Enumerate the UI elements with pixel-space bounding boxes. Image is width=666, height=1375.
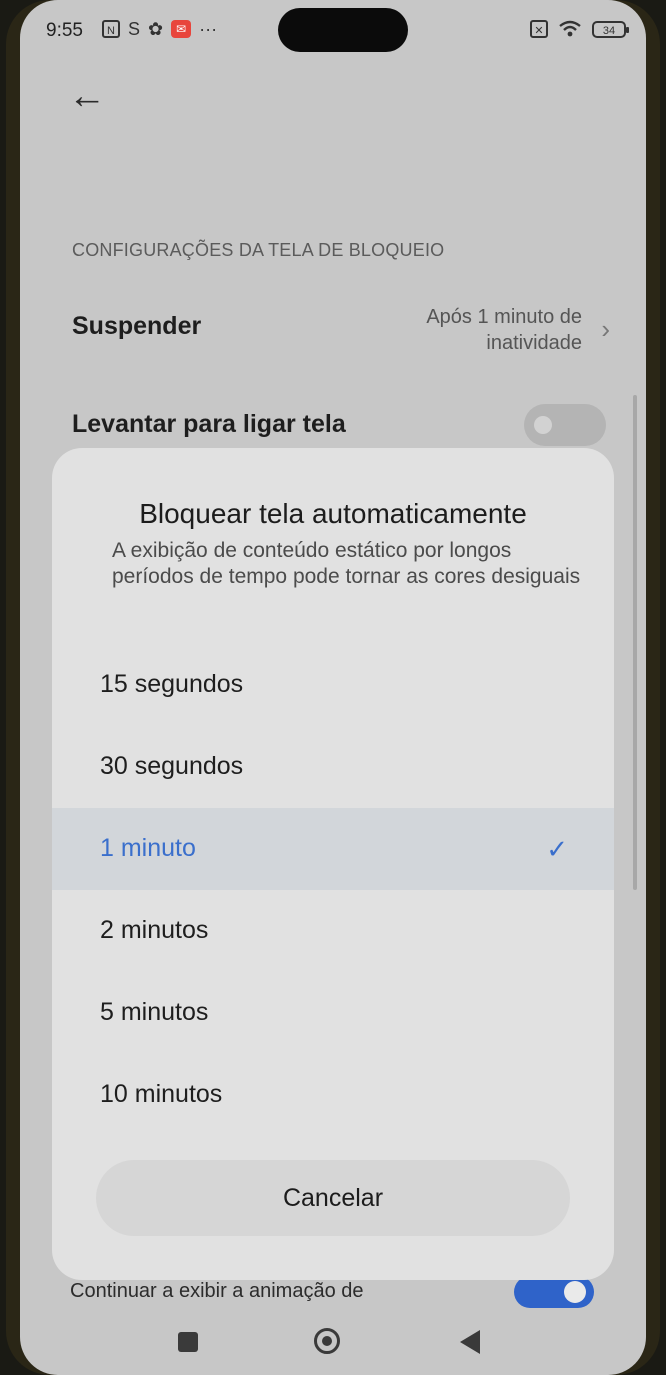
scrollbar[interactable] [633,395,637,890]
raise-to-wake-toggle[interactable] [524,404,606,446]
option-label: 2 minutos [100,916,209,944]
more-icon: ··· [199,19,218,39]
suspend-label[interactable]: Suspender [72,312,201,341]
cancel-button[interactable]: Cancelar [96,1160,570,1236]
notification-icons: N S ✿ ✉ ··· [102,19,217,39]
option-5-minutes[interactable]: 5 minutos [52,972,614,1054]
chevron-right-icon: › [601,314,610,344]
toggle-knob [564,1281,586,1303]
back-arrow-icon[interactable]: ← [68,76,106,116]
raise-to-wake-label[interactable]: Levantar para ligar tela [72,410,346,439]
suspend-value-line1: Após 1 minuto de [426,306,582,328]
option-30-seconds[interactable]: 30 segundos [52,726,614,808]
checkmark-icon: ✓ [546,834,568,864]
back-triangle-icon[interactable] [460,1330,480,1354]
option-label: 10 minutos [100,1080,223,1108]
status-time: 9:55 [46,20,83,41]
auto-lock-dialog: Bloquear tela automaticamente A exibição… [52,448,614,1280]
option-label: 5 minutos [100,998,209,1026]
continue-animation-label[interactable]: Continuar a exibir a animação de [70,1280,364,1303]
suspend-value-line2: inatividade [486,332,582,354]
system-icons: ✕ 34 [530,20,629,38]
option-label: 30 segundos [100,752,244,780]
nfc-icon: N [102,20,120,38]
suspend-value[interactable]: Após 1 minuto de inatividade [362,304,582,356]
option-1-minute[interactable]: 1 minuto ✓ [52,808,614,890]
toggle-knob [534,416,552,434]
option-2-minutes[interactable]: 2 minutos [52,890,614,972]
continue-animation-toggle[interactable] [514,1276,594,1308]
dialog-description: A exibição de conteúdo estático por long… [112,539,581,588]
option-15-seconds[interactable]: 15 segundos [52,644,614,726]
wifi-icon [559,20,581,37]
navigation-bar [20,1316,646,1372]
gear-icon: ✿ [148,19,164,39]
no-sim-icon: ✕ [530,20,548,38]
section-title: CONFIGURAÇÕES DA TELA DE BLOQUEIO [72,240,445,260]
mail-icon: ✉ [171,20,192,38]
screen: 9:55 N S ✿ ✉ ··· ✕ 34 ← CONFIGURAÇÕES DA… [20,0,646,1375]
battery-icon: 34 [592,20,629,38]
option-10-minutes[interactable]: 10 minutos [52,1054,614,1136]
option-label: 1 minuto [100,834,196,862]
camera-notch [278,8,408,52]
dialog-title: Bloquear tela automaticamente [139,498,527,529]
s-icon: S [128,19,141,39]
status-bar: 9:55 N S ✿ ✉ ··· ✕ 34 [20,0,646,62]
option-label: 15 segundos [100,670,244,698]
recent-apps-icon[interactable] [178,1332,198,1352]
phone-frame: 9:55 N S ✿ ✉ ··· ✕ 34 ← CONFIGURAÇÕES DA… [6,0,660,1375]
home-icon[interactable] [314,1328,340,1354]
